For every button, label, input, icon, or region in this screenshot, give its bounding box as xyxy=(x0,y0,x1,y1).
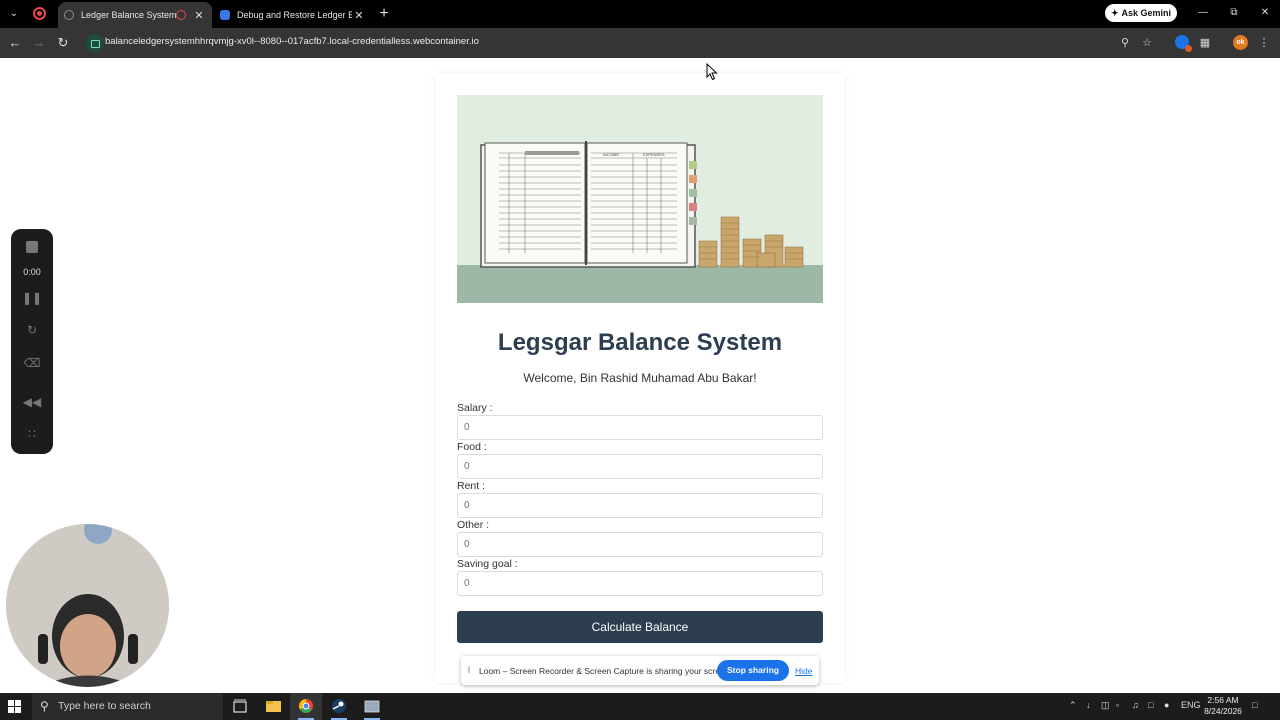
app-window-icon[interactable] xyxy=(356,693,388,720)
tab-search-icon[interactable]: ⌄ xyxy=(6,6,22,22)
close-window-icon[interactable]: ✕ xyxy=(1257,6,1273,20)
rent-input[interactable] xyxy=(457,493,823,518)
profile-avatar[interactable]: ok xyxy=(1233,35,1248,50)
stop-recording-icon[interactable] xyxy=(26,241,38,253)
recording-timer: 0:00 xyxy=(23,267,41,277)
gemini-sparkle-icon: ✦ xyxy=(1110,7,1119,18)
extensions-puzzle-icon[interactable]: ▦ xyxy=(1197,35,1213,51)
drag-handle-icon[interactable]: ‖ xyxy=(467,665,471,675)
taskbar-search[interactable]: ⚲ Type here to search xyxy=(32,693,223,720)
file-explorer-icon[interactable] xyxy=(257,693,289,720)
share-notice-text: Loom – Screen Recorder & Screen Capture … xyxy=(479,666,732,676)
clock-date: 8/24/2026 xyxy=(1204,706,1242,716)
ledger-header-expenses: EXPENSES xyxy=(643,152,665,157)
loom-control-bar: 0:00 ❚❚ ↻ ⌫ ◀◀ ∷ xyxy=(11,229,53,454)
tab-strip: ⌄ Ledger Balance System ✕ Debug and Rest… xyxy=(0,0,1280,28)
tray-app-icon[interactable]: ↓ xyxy=(1086,700,1091,710)
bookmark-star-icon[interactable]: ☆ xyxy=(1139,35,1155,51)
tab-recording-icon xyxy=(176,10,186,20)
other-label: Other : xyxy=(457,519,490,531)
tab-ledger-balance-system[interactable]: Ledger Balance System ✕ xyxy=(58,2,212,28)
tray-app-icon[interactable]: ◫ xyxy=(1101,700,1110,711)
other-input[interactable] xyxy=(457,532,823,557)
tab-favicon-icon xyxy=(220,10,230,20)
restart-icon[interactable]: ↻ xyxy=(11,323,53,337)
windows-start-icon[interactable] xyxy=(8,700,21,713)
back-icon[interactable]: ← xyxy=(6,34,24,52)
ask-gemini-button[interactable]: ✦ Ask Gemini xyxy=(1105,4,1177,22)
screen-share-bar: ‖ Loom – Screen Recorder & Screen Captur… xyxy=(461,656,819,685)
welcome-message: Welcome, Bin Rashid Muhamad Abu Bakar! xyxy=(523,371,757,385)
clock-time: 2:56 AM xyxy=(1207,695,1239,705)
tray-chevron-icon[interactable]: ⌃ xyxy=(1069,700,1077,711)
new-tab-button[interactable]: + xyxy=(377,5,391,23)
search-icon: ⚲ xyxy=(40,699,49,713)
notifications-icon[interactable]: □ xyxy=(1252,700,1257,710)
ime-icon[interactable]: ▫ xyxy=(1116,700,1119,710)
microphone-icon[interactable]: ● xyxy=(1164,700,1169,710)
rent-label: Rent : xyxy=(457,480,486,492)
drag-grid-icon[interactable]: ∷ xyxy=(11,427,53,441)
tab-favicon-icon xyxy=(64,10,74,20)
salary-label: Salary : xyxy=(457,402,493,414)
hide-link[interactable]: Hide xyxy=(795,666,812,676)
taskbar: ⚲ Type here to search ⌃ ↓ ◫ ▫ ♫ □ ● ENG … xyxy=(0,693,1280,720)
tab-title: Ledger Balance System xyxy=(81,10,176,20)
webcam-bubble[interactable] xyxy=(6,524,169,687)
restore-icon[interactable]: ⧉ xyxy=(1226,6,1242,20)
ledger-illustration: INCOME EXPENSES xyxy=(457,95,823,303)
network-icon[interactable]: □ xyxy=(1148,700,1153,710)
mouse-cursor-icon xyxy=(706,63,718,81)
loom-extension-icon[interactable] xyxy=(1175,35,1192,52)
close-tab-icon[interactable]: ✕ xyxy=(352,9,366,22)
close-tab-icon[interactable]: ✕ xyxy=(192,9,206,22)
pause-icon[interactable]: ❚❚ xyxy=(11,291,53,305)
app-card: INCOME EXPENSES Legsgar Balance System W… xyxy=(435,73,845,683)
calculate-balance-button[interactable]: Calculate Balance xyxy=(457,611,823,643)
collapse-icon[interactable]: ◀◀ xyxy=(11,395,53,409)
zoom-icon[interactable]: ⚲ xyxy=(1117,35,1133,51)
volume-icon[interactable]: ♫ xyxy=(1132,700,1139,710)
address-bar[interactable]: balanceledgersystemhhrqvmjg-xv0l--8080--… xyxy=(82,31,1166,55)
tab-title: Debug and Restore Ledger Balance xyxy=(237,10,352,20)
tab-debug-restore-ledger[interactable]: Debug and Restore Ledger Balance ✕ xyxy=(214,2,372,28)
taskbar-search-placeholder: Type here to search xyxy=(58,700,151,712)
menu-kebab-icon[interactable]: ⋮ xyxy=(1256,35,1272,51)
minimize-icon[interactable]: — xyxy=(1195,6,1211,20)
browser-toolbar: ← → ↻ balanceledgersystemhhrqvmjg-xv0l--… xyxy=(0,28,1280,58)
stop-sharing-button[interactable]: Stop sharing xyxy=(717,660,789,681)
delete-icon[interactable]: ⌫ xyxy=(11,356,53,370)
task-view-icon[interactable] xyxy=(224,693,256,720)
language-indicator[interactable]: ENG xyxy=(1181,700,1201,710)
forward-icon[interactable]: → xyxy=(30,34,48,52)
steam-icon[interactable] xyxy=(323,693,355,720)
saving-goal-input[interactable] xyxy=(457,571,823,596)
food-input[interactable] xyxy=(457,454,823,479)
food-label: Food : xyxy=(457,441,487,453)
saving-goal-label: Saving goal : xyxy=(457,558,518,570)
ask-gemini-label: Ask Gemini xyxy=(1121,8,1172,18)
chrome-icon[interactable] xyxy=(290,693,322,720)
site-info-icon[interactable] xyxy=(86,34,104,52)
page-title: Legsgar Balance System xyxy=(497,329,783,356)
recording-indicator-icon xyxy=(33,7,46,20)
reload-icon[interactable]: ↻ xyxy=(54,34,72,52)
page-viewport: INCOME EXPENSES Legsgar Balance System W… xyxy=(0,58,1280,693)
url-text[interactable]: balanceledgersystemhhrqvmjg-xv0l--8080--… xyxy=(105,36,479,47)
system-clock[interactable]: 2:56 AM 8/24/2026 xyxy=(1200,695,1246,717)
ledger-header-income: INCOME xyxy=(603,152,619,157)
salary-input[interactable] xyxy=(457,415,823,440)
